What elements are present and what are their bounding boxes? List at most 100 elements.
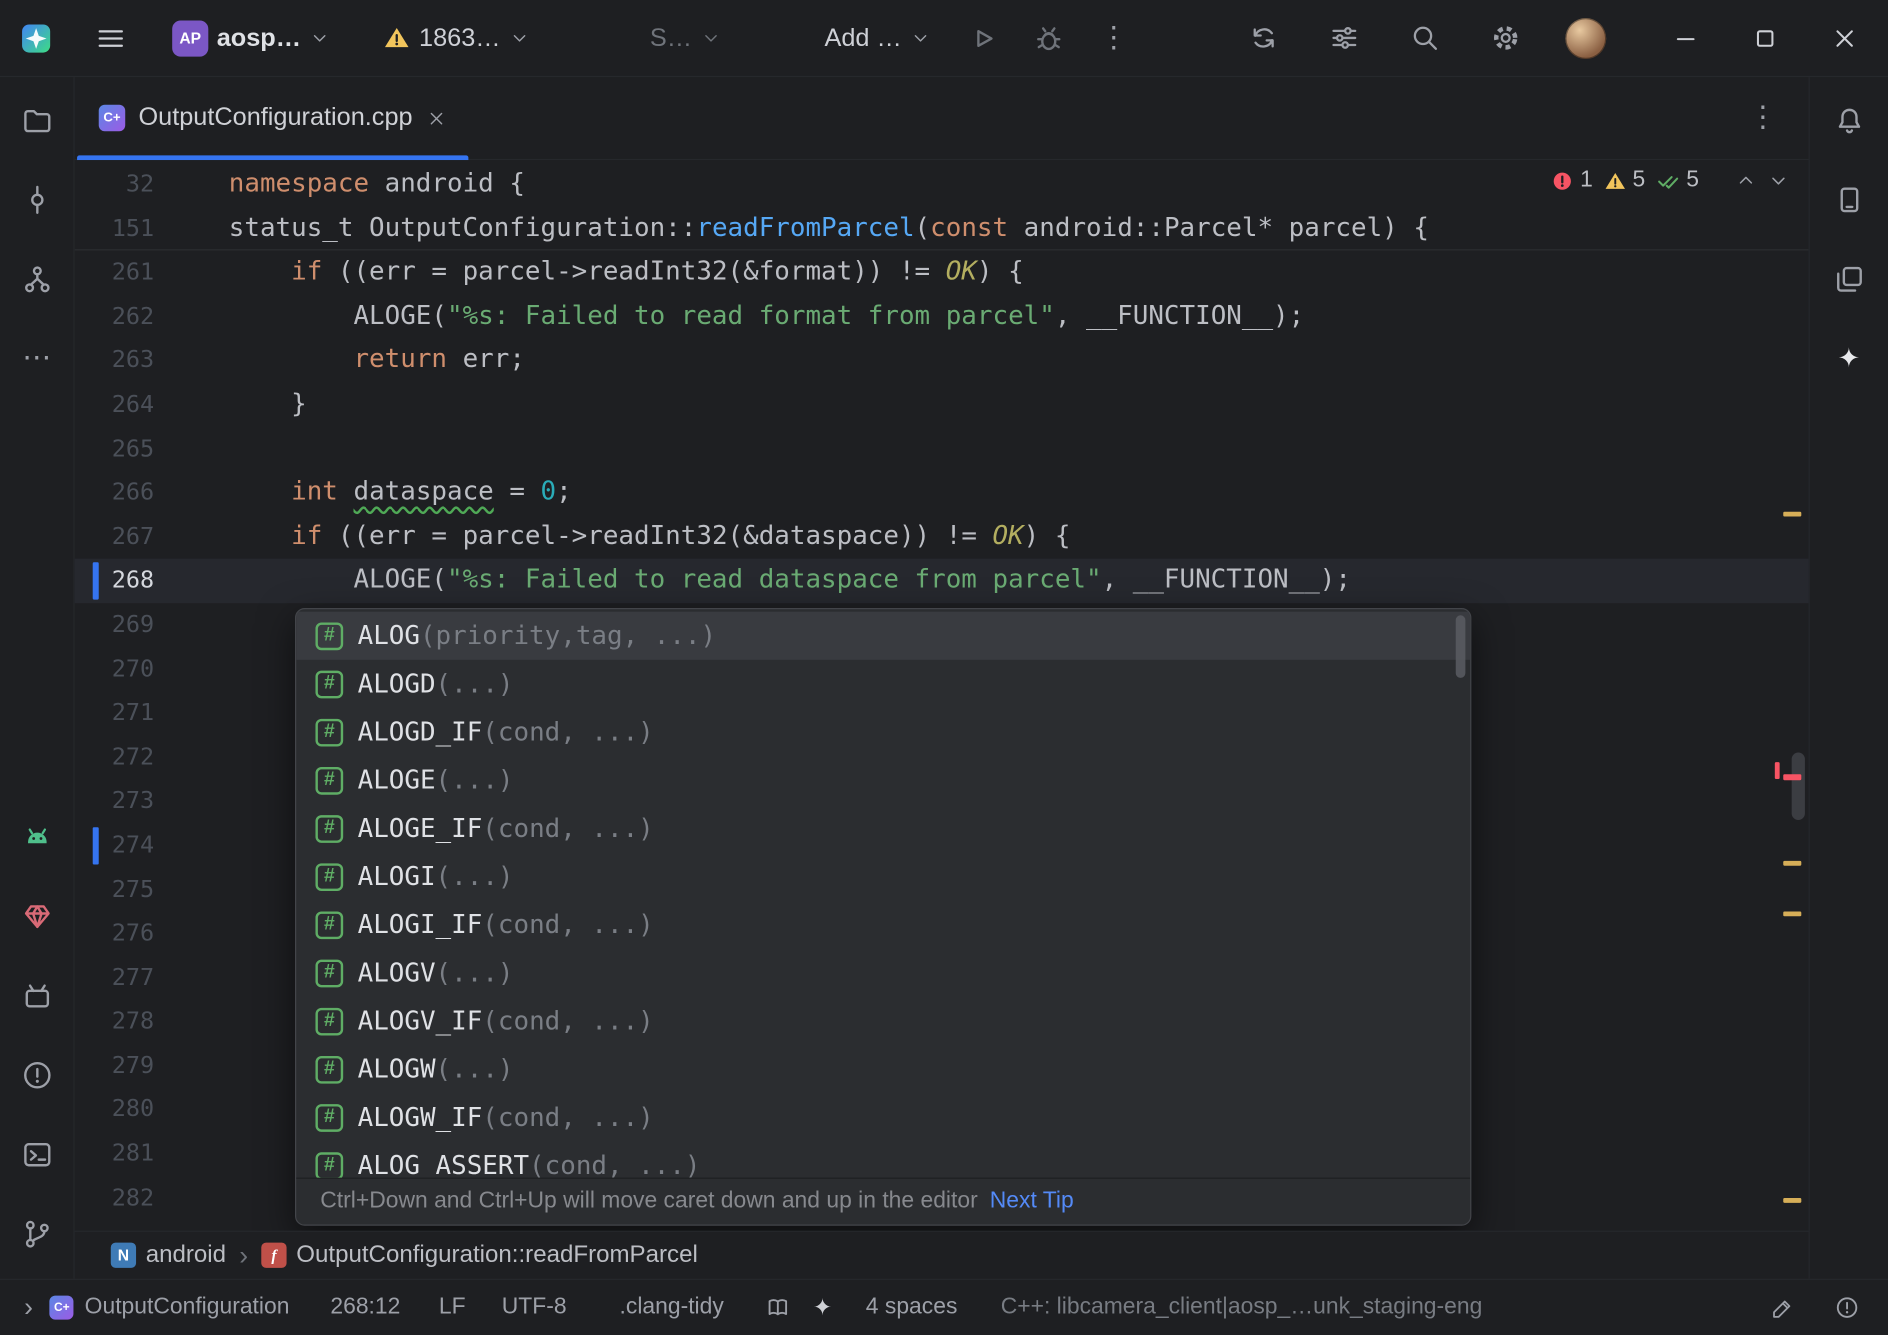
next-tip-link[interactable]: Next Tip [990,1188,1074,1214]
close-button[interactable] [1828,21,1862,55]
project-widget[interactable]: AP aosp… [172,20,330,56]
code-line[interactable]: 151status_t OutputConfiguration::readFro… [75,207,1809,251]
code-line[interactable]: 32namespace android { [75,163,1809,207]
inspections-widget[interactable]: 1 5 5 [1551,167,1789,193]
line-number[interactable]: 280 [75,1088,154,1132]
editor-scrollbar-thumb[interactable] [1792,753,1805,820]
line-number[interactable]: 282 [75,1176,154,1220]
error-stripe-mark[interactable] [1783,512,1801,517]
code-line[interactable]: 263 return err; [75,339,1809,383]
settings-button[interactable] [1488,21,1522,55]
breadcrumb-function[interactable]: f OutputConfiguration::readFromParcel [261,1241,697,1269]
completion-item[interactable]: #ALOGD(...) [296,660,1470,708]
line-number[interactable]: 269 [75,603,154,647]
version-control-tool-button[interactable] [20,1217,54,1251]
line-number[interactable]: 276 [75,912,154,956]
line-number[interactable]: 151 [75,207,154,250]
completion-item[interactable]: #ALOGW(...) [296,1045,1470,1093]
caret-position-widget[interactable]: 268:12 [330,1294,400,1320]
warning-count[interactable]: 5 [1604,167,1646,193]
completion-item[interactable]: #ALOGV_IF(cond, ...) [296,997,1470,1045]
tab-close-icon[interactable] [426,108,446,128]
completion-item[interactable]: #ALOGD_IF(cond, ...) [296,708,1470,756]
completion-item[interactable]: #ALOGE(...) [296,756,1470,804]
add-configuration-button[interactable]: Add … [824,23,930,52]
build-target-widget[interactable]: C++: libcamera_client|aosp_…unk_staging-… [1001,1294,1483,1320]
breadcrumb-namespace[interactable]: N android [111,1241,226,1269]
sync-button[interactable] [1246,21,1280,55]
line-number[interactable]: 281 [75,1132,154,1176]
line-number[interactable]: 271 [75,691,154,735]
completion-item[interactable]: #ALOGE_IF(cond, ...) [296,804,1470,852]
terminal-tool-button[interactable] [20,1138,54,1172]
line-number[interactable]: 274 [75,823,154,867]
project-tool-button[interactable] [20,104,54,138]
run-button[interactable] [967,21,1001,55]
device-explorer-button[interactable] [1832,262,1866,296]
vcs-widget[interactable]: 1863… [383,23,530,52]
problems-tool-button[interactable] [20,1058,54,1092]
line-number[interactable]: 270 [75,647,154,691]
line-number[interactable]: 272 [75,735,154,779]
ide-errors-button[interactable] [1830,1291,1864,1325]
code-line[interactable]: 266 int dataspace = 0; [75,471,1809,515]
ai-status-button[interactable]: ✦ [813,1296,832,1319]
tab-options-button[interactable]: ⋮ [1748,77,1808,159]
completion-item[interactable]: #ALOG_ASSERT(cond, ...) [296,1141,1470,1177]
line-number[interactable]: 263 [75,339,154,383]
maximize-button[interactable] [1748,21,1782,55]
gemini-button[interactable]: ✦ [1832,342,1866,376]
completion-item[interactable]: #ALOGV(...) [296,949,1470,997]
main-menu-button[interactable] [94,21,128,55]
commit-tool-button[interactable] [20,183,54,217]
view-options-button[interactable] [1327,21,1361,55]
line-number[interactable]: 32 [75,163,154,207]
line-number[interactable]: 261 [75,251,154,295]
line-number[interactable]: 268 [75,559,154,603]
line-number[interactable]: 266 [75,471,154,515]
search-everywhere-button[interactable] [1408,21,1442,55]
next-issue-button[interactable] [1768,170,1790,192]
line-separator-widget[interactable]: LF [439,1294,466,1320]
code-line[interactable]: 265 [75,427,1809,471]
reader-mode-button[interactable] [765,1294,791,1320]
chevron-right-icon[interactable]: › [24,1294,33,1320]
passed-count[interactable]: 5 [1656,167,1699,193]
code-line[interactable]: 261 if ((err = parcel->readInt32(&format… [75,251,1809,295]
code-line[interactable]: 262 ALOGE("%s: Failed to read format fro… [75,295,1809,339]
completion-item[interactable]: #ALOGI(...) [296,852,1470,900]
analyzer-widget[interactable]: .clang-tidy [620,1294,724,1320]
indent-widget[interactable]: 4 spaces [866,1294,958,1320]
completion-item[interactable]: #ALOGW_IF(cond, ...) [296,1093,1470,1141]
logcat-tool-button[interactable] [20,820,54,854]
more-actions-button[interactable]: ⋮ [1097,21,1131,55]
line-number[interactable]: 273 [75,779,154,823]
code-line[interactable]: 268 ALOGE("%s: Failed to read dataspace … [75,559,1809,603]
notifications-button[interactable] [1832,104,1866,138]
error-stripe-mark[interactable] [1783,911,1801,916]
line-number[interactable]: 264 [75,383,154,427]
running-devices-tool-button[interactable] [20,979,54,1013]
edit-indicator-button[interactable] [1765,1291,1799,1325]
line-number[interactable]: 277 [75,956,154,1000]
error-stripe-mark[interactable] [1783,774,1801,780]
error-stripe-mark[interactable] [1783,861,1801,866]
status-file-widget[interactable]: C+ OutputConfiguration [50,1294,290,1320]
line-number[interactable]: 279 [75,1044,154,1088]
user-avatar[interactable] [1565,17,1606,58]
error-count[interactable]: 1 [1551,167,1593,193]
app-quality-insights-tool-button[interactable] [20,899,54,933]
minimize-button[interactable] [1669,21,1703,55]
tab-outputconfiguration[interactable]: C+ OutputConfiguration.cpp [77,77,468,159]
previous-issue-button[interactable] [1735,170,1757,192]
code-editor[interactable]: 32namespace android {151status_t OutputC… [75,160,1809,1230]
device-manager-button[interactable] [1832,183,1866,217]
line-number[interactable]: 267 [75,515,154,559]
line-number[interactable]: 265 [75,427,154,471]
encoding-widget[interactable]: UTF-8 [502,1294,567,1320]
run-configuration-selector[interactable]: S… [650,23,721,52]
error-stripe-mark[interactable] [1775,762,1780,779]
more-tool-windows-button[interactable]: ⋯ [20,342,54,376]
completion-item[interactable]: #ALOGI_IF(cond, ...) [296,901,1470,949]
error-stripe-mark[interactable] [1783,1198,1801,1203]
